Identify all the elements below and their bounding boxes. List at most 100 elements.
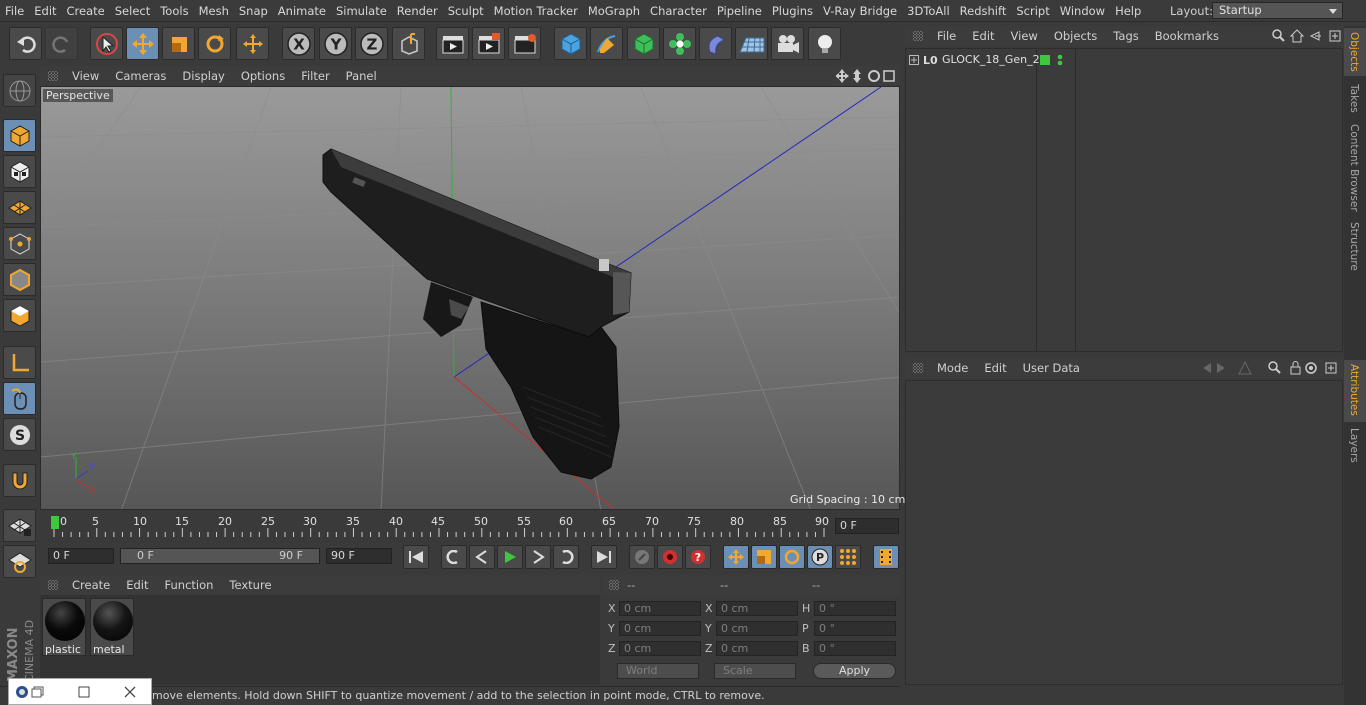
pen-spline-button[interactable] (590, 27, 623, 60)
texture-mode-button[interactable] (3, 155, 36, 188)
cloner-button[interactable] (663, 27, 696, 60)
menu-file[interactable]: File (0, 4, 29, 18)
axis-z-button[interactable]: Z (355, 27, 388, 60)
tweak-mode-button[interactable] (3, 382, 36, 415)
points-mode-button[interactable] (3, 227, 36, 260)
menu-window[interactable]: Window (1055, 4, 1110, 18)
record-active-button[interactable] (629, 545, 655, 569)
restore-icon[interactable] (31, 686, 45, 698)
material-menu-function[interactable]: Function (157, 578, 222, 592)
goto-start-button[interactable] (403, 545, 429, 569)
object-manager-icons[interactable] (1271, 28, 1343, 44)
rotation-h-field[interactable]: 0 ° (814, 601, 896, 616)
live-selection-button[interactable] (90, 27, 123, 60)
viewport-menu-view[interactable]: View (64, 69, 107, 83)
object-menu-edit[interactable]: Edit (964, 29, 1002, 43)
material-swatch-metal[interactable]: metal (90, 598, 134, 656)
record-position-button[interactable] (723, 545, 749, 569)
side-tab-objects[interactable]: Objects (1348, 32, 1360, 72)
menu-simulate[interactable]: Simulate (331, 4, 392, 18)
menu-pipeline[interactable]: Pipeline (712, 4, 767, 18)
deformer-button[interactable] (699, 27, 732, 60)
locked-workplane-button[interactable] (3, 509, 36, 542)
camera-button[interactable] (771, 27, 804, 60)
light-button[interactable] (808, 27, 841, 60)
timeline-ruler[interactable]: 0 5 10 15 20 25 30 35 40 45 50 55 60 65 … (40, 512, 900, 542)
attribute-menu-mode[interactable]: Mode (929, 361, 976, 375)
render-settings-button[interactable] (508, 27, 541, 60)
rotate-tool-button[interactable] (198, 27, 231, 60)
menu-select[interactable]: Select (110, 4, 155, 18)
autokey-button[interactable] (657, 545, 683, 569)
material-swatch-plastic[interactable]: plastic (42, 598, 86, 656)
axis-x-button[interactable]: X (282, 27, 315, 60)
undo-button[interactable] (9, 27, 42, 60)
playhead-marker[interactable] (51, 516, 59, 529)
menu-script[interactable]: Script (1011, 4, 1054, 18)
size-z-field[interactable]: 0 cm (716, 641, 798, 656)
menu-3dtoall[interactable]: 3DToAll (902, 4, 955, 18)
material-menu-create[interactable]: Create (64, 578, 118, 592)
workplane-mode-button[interactable] (3, 191, 36, 224)
record-pla-button[interactable] (835, 545, 861, 569)
polygons-mode-button[interactable] (3, 299, 36, 332)
menu-edit[interactable]: Edit (29, 4, 61, 18)
end-frame-field[interactable]: 90 F (326, 548, 392, 564)
close-icon[interactable] (124, 686, 136, 698)
record-scale-button[interactable] (751, 545, 777, 569)
prev-frame-button[interactable] (469, 545, 495, 569)
record-parameter-button[interactable]: P (807, 545, 833, 569)
axis-y-button[interactable]: Y (319, 27, 352, 60)
magnet-button[interactable] (3, 464, 36, 497)
object-menu-view[interactable]: View (1003, 29, 1046, 43)
object-menu-objects[interactable]: Objects (1046, 29, 1105, 43)
attribute-manager-icons[interactable] (1201, 360, 1341, 376)
start-frame-field[interactable]: 0 F (48, 548, 114, 564)
side-tab-structure[interactable]: Structure (1348, 222, 1360, 271)
menu-motion-tracker[interactable]: Motion Tracker (489, 4, 583, 18)
menu-sculpt[interactable]: Sculpt (443, 4, 489, 18)
viewport-menu-filter[interactable]: Filter (293, 69, 337, 83)
visibility-dots-icon[interactable] (1056, 53, 1064, 67)
coord-system-dropdown[interactable]: World (617, 663, 699, 679)
viewport-canvas[interactable]: Y Z X (41, 87, 900, 510)
position-y-field[interactable]: 0 cm (619, 621, 701, 636)
timeline-window-button[interactable] (873, 545, 899, 569)
next-frame-button[interactable] (525, 545, 551, 569)
menu-create[interactable]: Create (62, 4, 110, 18)
subdivision-button[interactable] (627, 27, 660, 60)
size-x-field[interactable]: 0 cm (716, 601, 798, 616)
object-menu-tags[interactable]: Tags (1105, 29, 1146, 43)
apply-button[interactable]: Apply (813, 663, 896, 679)
3d-viewport[interactable]: Y Z X (40, 86, 900, 510)
cube-object-button[interactable] (554, 27, 587, 60)
size-y-field[interactable]: 0 cm (716, 621, 798, 636)
menu-tools[interactable]: Tools (155, 4, 193, 18)
maximize-icon[interactable] (78, 686, 90, 698)
render-view-button[interactable] (436, 27, 469, 60)
redo-button[interactable] (45, 27, 78, 60)
menu-animate[interactable]: Animate (273, 4, 331, 18)
menu-vray-bridge[interactable]: V-Ray Bridge (818, 4, 902, 18)
viewport-menu-display[interactable]: Display (174, 69, 232, 83)
floor-button[interactable] (735, 27, 768, 60)
planar-workplane-button[interactable] (3, 545, 36, 578)
rotation-b-field[interactable]: 0 ° (814, 641, 896, 656)
scale-tool-button[interactable] (162, 27, 195, 60)
viewport-menu-panel[interactable]: Panel (338, 69, 385, 83)
menu-render[interactable]: Render (392, 4, 443, 18)
menu-redshift[interactable]: Redshift (955, 4, 1012, 18)
layout-select[interactable]: Startup (1212, 2, 1343, 19)
make-editable-button[interactable] (3, 74, 36, 107)
menu-character[interactable]: Character (645, 4, 712, 18)
material-menu-edit[interactable]: Edit (118, 578, 156, 592)
material-menu-texture[interactable]: Texture (221, 578, 279, 592)
layer-color-swatch[interactable] (1040, 55, 1050, 65)
side-tab-takes[interactable]: Takes (1348, 84, 1360, 113)
object-menu-file[interactable]: File (929, 29, 964, 43)
size-mode-dropdown[interactable]: Scale (714, 663, 796, 679)
current-frame-field[interactable]: 0 F (835, 518, 899, 534)
edges-mode-button[interactable] (3, 263, 36, 296)
enable-axis-button[interactable] (3, 346, 36, 379)
frame-range-slider[interactable]: 0 F 90 F (120, 548, 320, 564)
